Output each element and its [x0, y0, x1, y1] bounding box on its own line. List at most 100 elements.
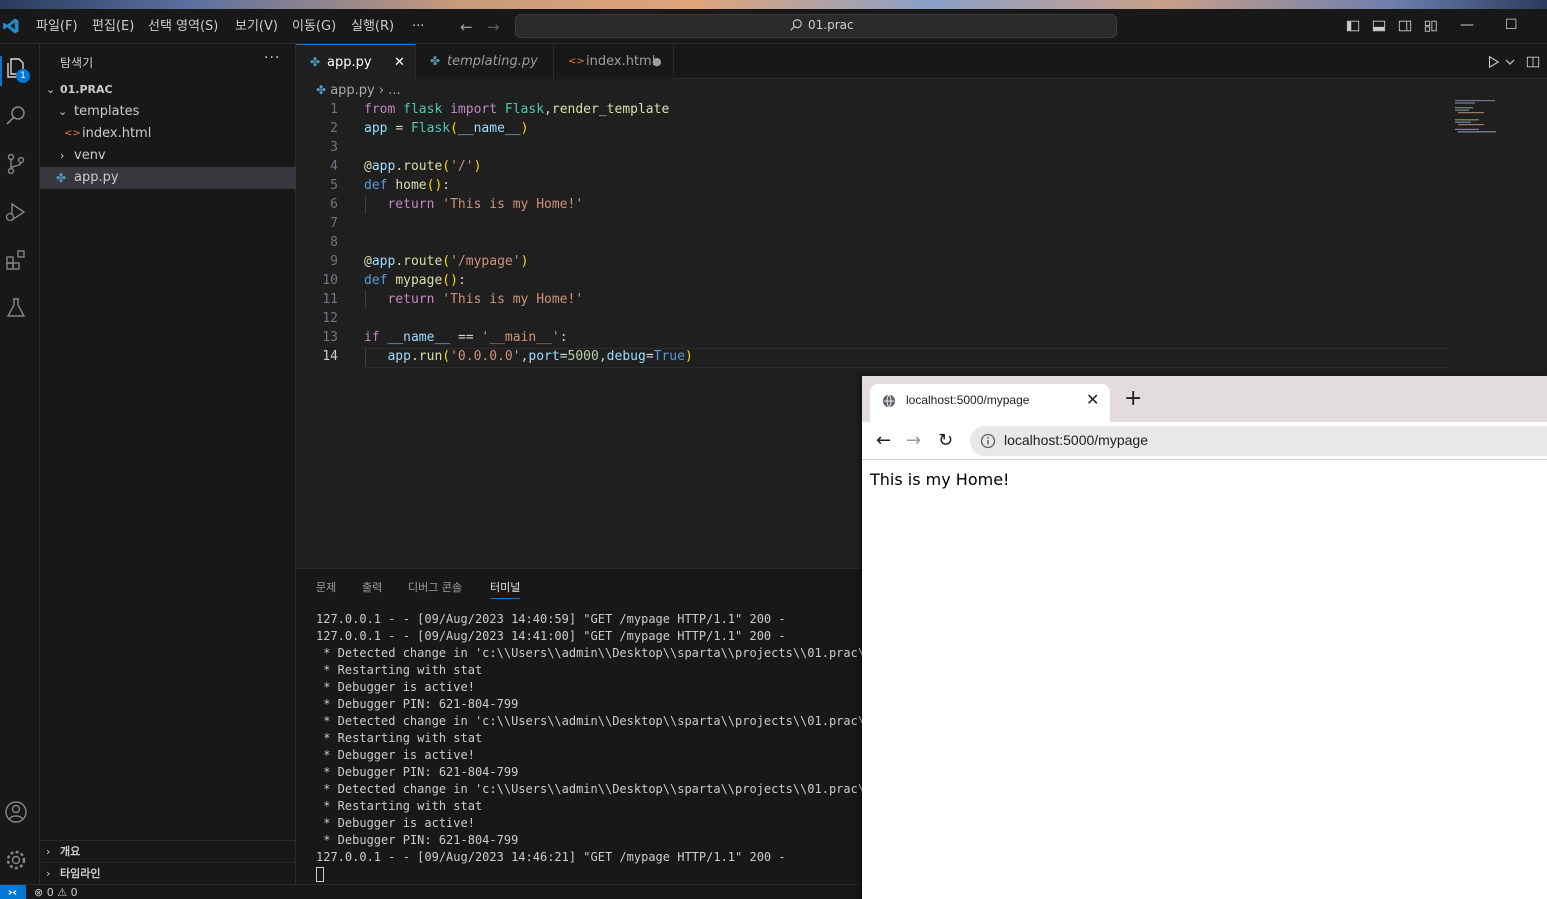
command-center-label: 01.prac — [808, 18, 854, 32]
run-file-icon[interactable] — [1486, 55, 1500, 69]
toggle-panel-icon[interactable] — [1372, 19, 1386, 33]
remote-indicator-button[interactable] — [0, 885, 26, 899]
status-problems[interactable]: ⊗ 0 ⚠ 0 — [34, 886, 78, 899]
code-line: 13 if __name__ == '__main__': — [296, 328, 1446, 347]
code-line: 12 — [296, 309, 1446, 328]
python-file-icon: ✤ — [310, 55, 321, 69]
menu-selection[interactable]: 선택 영역(S) — [146, 9, 220, 44]
terminal-line: 127.0.0.1 - - [09/Aug/2023 14:40:59] "GE… — [316, 612, 786, 626]
tree-item-venv[interactable]: › venv — [40, 145, 296, 167]
terminal-cursor — [316, 867, 324, 882]
menu-more[interactable]: ··· — [410, 9, 426, 44]
python-file-icon: ✤ — [56, 171, 67, 185]
terminal-prompt[interactable] — [316, 866, 862, 883]
code-line: 11 return 'This is my Home!' — [296, 290, 1446, 309]
browser-tab[interactable]: localhost:5000/mypage ✕ — [870, 384, 1110, 422]
code-line: 8 — [296, 233, 1446, 252]
nav-back-icon[interactable]: ← — [460, 18, 473, 36]
terminal-line: * Restarting with stat — [316, 663, 483, 677]
menu-file[interactable]: 파일(F) — [34, 9, 80, 44]
close-icon[interactable]: ✕ — [394, 45, 405, 80]
panel-tab-debug-console[interactable]: 디버그 콘솔 — [408, 579, 462, 595]
terminal-line: * Debugger is active! — [316, 748, 475, 762]
tree-item-label: index.html — [82, 126, 152, 141]
terminal-line: * Detected change in 'c:\\Users\\admin\\… — [316, 714, 862, 728]
nav-forward-icon[interactable]: → — [487, 18, 500, 36]
breadcrumb[interactable]: ✤ app.py › ... — [316, 80, 401, 100]
tab-templating-py[interactable]: ✤ templating.py — [416, 44, 554, 79]
remote-icon — [8, 890, 17, 895]
code-line: 7 — [296, 214, 1446, 233]
line-number: 9 — [330, 254, 338, 269]
chevron-right-icon: › — [46, 867, 51, 880]
code-text: def home(): — [364, 178, 451, 193]
code-text: @app.route('/mypage') — [364, 254, 529, 269]
minimap[interactable] — [1455, 100, 1505, 134]
line-number: 10 — [322, 273, 338, 288]
sidebar-title: 탐색기 — [60, 56, 94, 70]
tree-root-folder[interactable]: ⌄ 01.PRAC — [40, 79, 296, 101]
sidebar-more-button[interactable]: ··· — [264, 50, 280, 66]
minimize-button[interactable]: — — [1460, 17, 1474, 33]
breadcrumb-file[interactable]: app.py — [330, 83, 375, 98]
section-timeline[interactable]: › 타임라인 — [40, 862, 296, 884]
split-editor-icon[interactable] — [1526, 55, 1540, 69]
code-text: return 'This is my Home!' — [387, 197, 584, 212]
search-icon[interactable] — [4, 104, 28, 128]
line-number: 11 — [322, 292, 338, 307]
terminal-line: * Debugger PIN: 621-804-799 — [316, 833, 519, 847]
line-number: 13 — [322, 330, 338, 345]
menu-view[interactable]: 보기(V) — [233, 9, 280, 44]
back-arrow-icon[interactable]: ← — [876, 430, 891, 451]
extensions-icon[interactable] — [4, 248, 28, 272]
address-bar-url: localhost:5000/mypage — [1004, 432, 1148, 448]
testing-icon[interactable] — [4, 296, 28, 320]
tree-item-templates[interactable]: ⌄ templates — [40, 101, 296, 123]
title-bar: 파일(F) 편집(E) 선택 영역(S) 보기(V) 이동(G) 실행(R) ·… — [0, 9, 1547, 44]
source-control-icon[interactable] — [4, 152, 28, 176]
modified-dot-icon: ● — [652, 55, 662, 68]
tab-index-html[interactable]: <> index.html ● — [554, 44, 674, 79]
panel-tab-problems[interactable]: 문제 — [316, 579, 336, 595]
line-number: 6 — [330, 197, 338, 212]
settings-gear-icon[interactable] — [4, 848, 28, 872]
code-line: 5 def home(): — [296, 176, 1446, 195]
tree-item-app-py[interactable]: ✤ app.py — [40, 167, 296, 189]
chevron-right-icon: › — [378, 83, 389, 98]
new-tab-button[interactable]: + — [1124, 388, 1142, 410]
menu-run[interactable]: 실행(R) — [349, 9, 396, 44]
desktop-wallpaper — [0, 0, 1547, 9]
customize-layout-icon[interactable] — [1424, 19, 1438, 33]
line-number: 2 — [330, 121, 338, 136]
browser-toolbar: ← → ↻ localhost:5000/mypage — [862, 422, 1547, 460]
tree-item-index-html[interactable]: <> index.html — [40, 123, 296, 145]
close-icon[interactable]: ✕ — [1086, 390, 1099, 409]
terminal-output[interactable]: 127.0.0.1 - - [09/Aug/2023 14:40:59] "GE… — [316, 611, 862, 885]
toggle-sidebar-icon[interactable] — [1346, 19, 1360, 33]
page-body-text: This is my Home! — [870, 470, 1010, 489]
terminal-line: * Debugger PIN: 621-804-799 — [316, 765, 519, 779]
line-number: 1 — [330, 102, 338, 117]
section-outline[interactable]: › 개요 — [40, 840, 296, 862]
root-folder-label: 01.PRAC — [60, 83, 113, 96]
run-debug-icon[interactable] — [4, 200, 28, 224]
terminal-line: * Debugger is active! — [316, 816, 475, 830]
globe-icon — [882, 394, 896, 408]
menu-edit[interactable]: 편집(E) — [90, 9, 136, 44]
info-icon[interactable] — [980, 433, 996, 449]
maximize-button[interactable]: ☐ — [1505, 17, 1518, 33]
line-number: 5 — [330, 178, 338, 193]
account-icon[interactable] — [4, 800, 28, 824]
address-bar[interactable]: localhost:5000/mypage — [970, 426, 1547, 456]
forward-arrow-icon[interactable]: → — [906, 430, 921, 451]
terminal-line: 127.0.0.1 - - [09/Aug/2023 14:41:00] "GE… — [316, 629, 786, 643]
chevron-down-icon[interactable] — [1505, 57, 1515, 67]
panel-tab-terminal[interactable]: 터미널 — [490, 579, 521, 599]
command-center[interactable]: 01.prac — [515, 14, 1117, 38]
reload-icon[interactable]: ↻ — [938, 430, 953, 451]
breadcrumb-symbols[interactable]: ... — [388, 83, 400, 98]
tab-app-py[interactable]: ✤ app.py ✕ — [296, 44, 416, 80]
panel-tab-output[interactable]: 출력 — [362, 579, 382, 595]
toggle-secondary-sidebar-icon[interactable] — [1398, 19, 1412, 33]
menu-go[interactable]: 이동(G) — [290, 9, 338, 44]
